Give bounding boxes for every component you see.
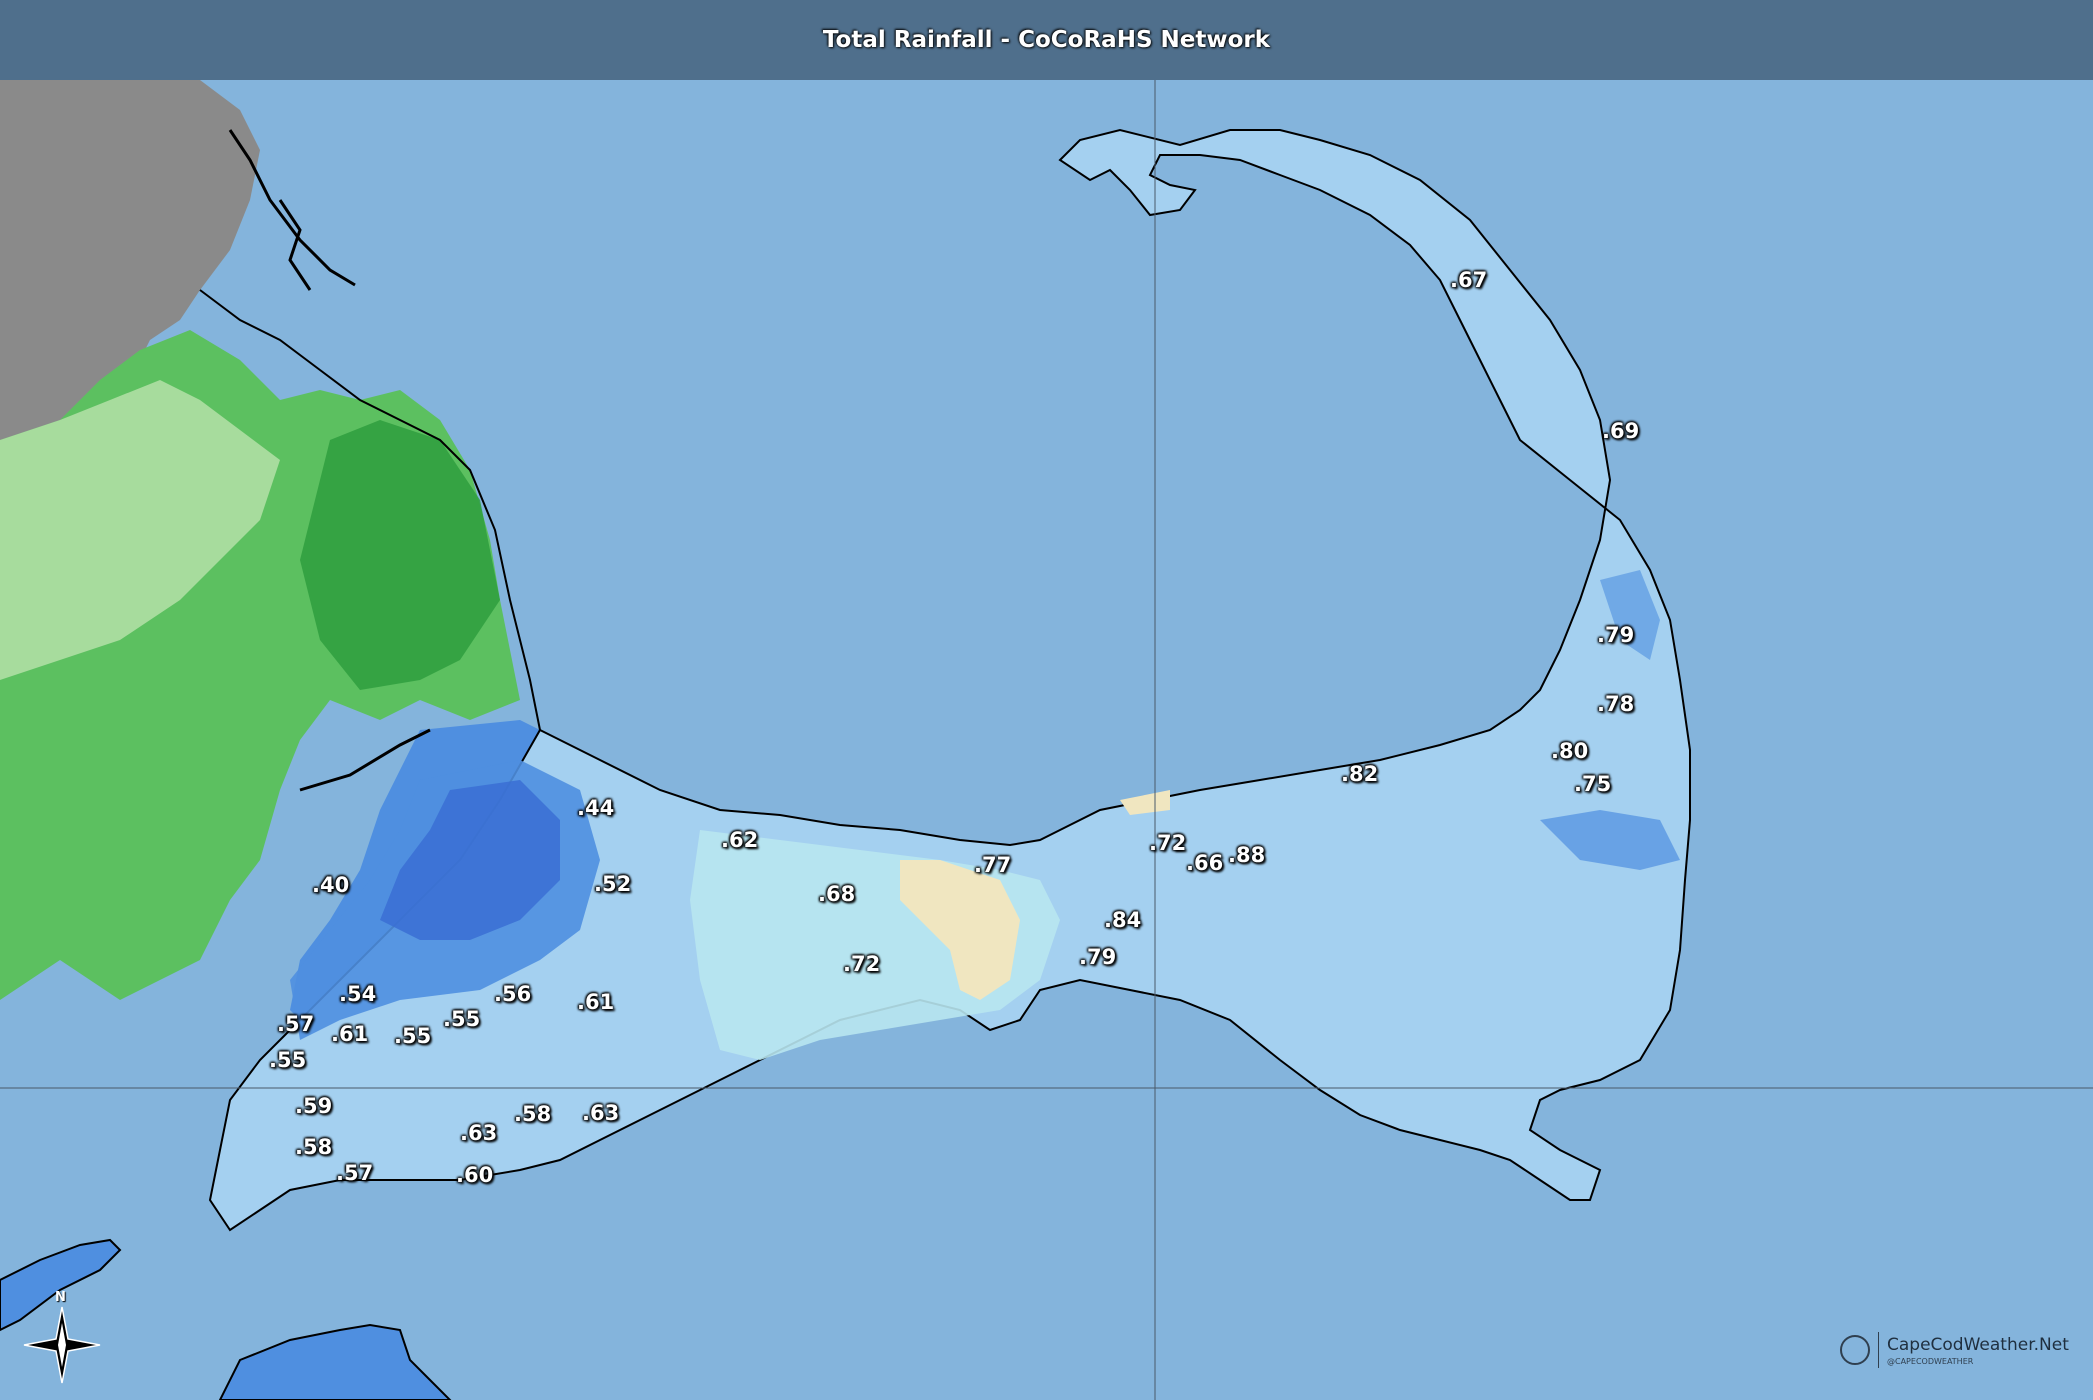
rainfall-label-68: .68 — [818, 882, 856, 906]
rainfall-label-60: .60 — [456, 1163, 494, 1187]
rainfall-label-44: .44 — [577, 796, 615, 820]
brand-divider — [1878, 1332, 1879, 1368]
rainfall-label-69: .69 — [1602, 419, 1640, 443]
rainfall-label-79: .79 — [1597, 623, 1635, 647]
rainfall-label-56: .56 — [494, 982, 532, 1006]
rainfall-label-57: .57 — [277, 1012, 315, 1036]
map-stage: Total Rainfall - CoCoRaHS Network .67 .6… — [0, 0, 2093, 1400]
rainfall-label-63: .63 — [582, 1101, 620, 1125]
rainfall-label-84: .84 — [1104, 908, 1142, 932]
rainfall-label-82: .82 — [1341, 762, 1379, 786]
rainfall-label-79: .79 — [1079, 945, 1117, 969]
compass-north-label: N — [55, 1290, 66, 1305]
rainfall-label-59: .59 — [295, 1094, 333, 1118]
rainfall-label-57: .57 — [336, 1161, 374, 1185]
rainfall-label-61: .61 — [577, 990, 615, 1014]
rainfall-label-55: .55 — [394, 1024, 432, 1048]
brand-name: CapeCodWeather.Net — [1887, 1334, 2069, 1355]
brand-handle: @CAPECODWEATHER — [1887, 1356, 1974, 1366]
map-canvas — [0, 0, 2093, 1400]
rainfall-label-75: .75 — [1574, 772, 1612, 796]
brand-text: CapeCodWeather.Net @CAPECODWEATHER — [1887, 1335, 2069, 1366]
rainfall-label-66: .66 — [1186, 851, 1224, 875]
rainfall-label-54: .54 — [339, 982, 377, 1006]
brand-watermark: CapeCodWeather.Net @CAPECODWEATHER — [1840, 1332, 2069, 1368]
rainfall-label-80: .80 — [1551, 739, 1589, 763]
rainfall-label-67: .67 — [1450, 268, 1488, 292]
rainfall-label-62: .62 — [721, 828, 759, 852]
rainfall-label-58: .58 — [295, 1135, 333, 1159]
rainfall-label-72: .72 — [843, 952, 881, 976]
rainfall-label-78: .78 — [1597, 692, 1635, 716]
rainfall-label-55: .55 — [443, 1007, 481, 1031]
rainfall-label-52: .52 — [594, 872, 632, 896]
rainfall-label-61: .61 — [331, 1022, 369, 1046]
rainfall-label-55: .55 — [269, 1048, 307, 1072]
rainfall-label-72: .72 — [1149, 831, 1187, 855]
rainfall-label-63: .63 — [460, 1121, 498, 1145]
map-title: Total Rainfall - CoCoRaHS Network — [822, 27, 1271, 53]
rainfall-label-40: .40 — [312, 873, 350, 897]
rainfall-label-58: .58 — [514, 1102, 552, 1126]
brand-logo-icon — [1840, 1335, 1870, 1365]
rainfall-label-88: .88 — [1228, 843, 1266, 867]
title-bar: Total Rainfall - CoCoRaHS Network — [0, 0, 2093, 80]
rainfall-label-77: .77 — [974, 853, 1012, 877]
